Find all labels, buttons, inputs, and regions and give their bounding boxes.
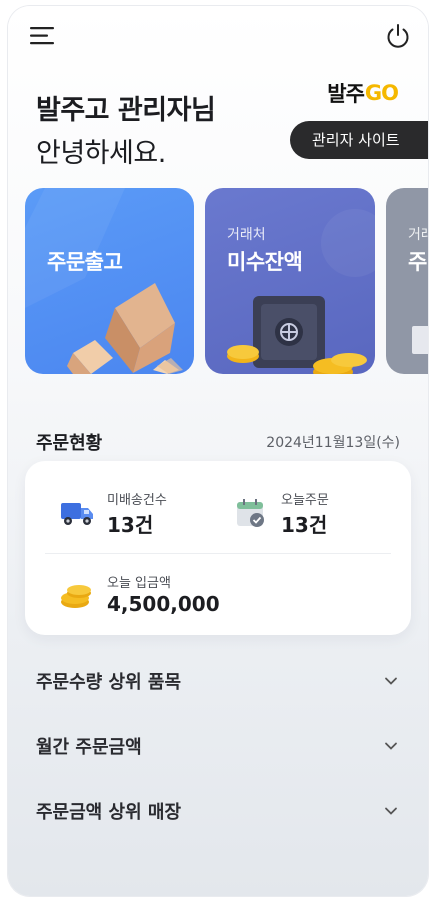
brand-logo: 발주 GO bbox=[327, 80, 399, 106]
hamburger-menu-icon[interactable] bbox=[30, 26, 56, 46]
boxes-illustration-icon bbox=[25, 188, 183, 374]
greeting: 발주고 관리자님 안녕하세요. bbox=[36, 88, 216, 170]
accordion-title: 주문금액 상위 매장 bbox=[36, 802, 182, 823]
card-subtitle: 거래 bbox=[408, 227, 428, 243]
greeting-name: 발주고 관리자님 bbox=[36, 95, 216, 126]
stat-label: 오늘 입금액 bbox=[107, 576, 171, 591]
card-title: 미수잔액 bbox=[227, 250, 303, 274]
accordion-title: 주문수량 상위 품목 bbox=[36, 672, 182, 693]
stat-value: 13건 bbox=[281, 513, 328, 537]
calendar-check-icon bbox=[237, 499, 264, 527]
app-screen: 발주고 관리자님 안녕하세요. 발주 GO 관리자 사이트 주문출고 거래처 미… bbox=[8, 6, 428, 896]
power-icon[interactable] bbox=[384, 22, 412, 50]
card-order-shipping[interactable]: 주문출고 bbox=[25, 188, 194, 374]
order-status-card: 미배송건수 13건 오늘주문 13건 오늘 입금액 4,500,000 bbox=[25, 461, 411, 635]
stat-label: 미배송건수 bbox=[107, 493, 167, 508]
safe-illustration-icon bbox=[227, 209, 375, 374]
quick-cards: 주문출고 거래처 미수잔액 거래 주 bbox=[25, 188, 428, 374]
card-partial[interactable]: 거래 주 bbox=[386, 188, 428, 374]
card-subtitle: 거래처 bbox=[227, 227, 266, 243]
chevron-down-icon bbox=[385, 677, 397, 685]
accordion-monthly-orders[interactable]: 월간 주문금액 bbox=[8, 725, 428, 765]
document-illustration-icon bbox=[412, 326, 428, 354]
stat-value: 4,500,000 bbox=[107, 592, 220, 616]
card-title: 주문출고 bbox=[47, 250, 123, 274]
logo-accent: GO bbox=[364, 81, 399, 105]
greeting-hello: 안녕하세요. bbox=[36, 138, 166, 169]
stat-label: 오늘주문 bbox=[281, 493, 329, 508]
order-status-title: 주문현황 bbox=[36, 433, 103, 454]
delivery-truck-icon bbox=[61, 503, 93, 525]
chevron-down-icon bbox=[385, 742, 397, 750]
chevron-down-icon bbox=[385, 807, 397, 815]
divider bbox=[45, 553, 391, 554]
accordion-title: 월간 주문금액 bbox=[36, 737, 142, 758]
stat-value: 13건 bbox=[107, 513, 154, 537]
coins-icon bbox=[61, 585, 91, 608]
accordion-top-items[interactable]: 주문수량 상위 품목 bbox=[8, 660, 428, 700]
order-status-date: 2024년11월13일(수) bbox=[266, 435, 400, 451]
admin-site-button[interactable]: 관리자 사이트 bbox=[290, 121, 428, 159]
top-bar bbox=[8, 6, 428, 66]
logo-text: 발주 bbox=[327, 82, 365, 106]
accordion-top-stores[interactable]: 주문금액 상위 매장 bbox=[8, 790, 428, 830]
card-title: 주 bbox=[408, 250, 427, 274]
card-receivable-balance[interactable]: 거래처 미수잔액 bbox=[205, 188, 375, 374]
